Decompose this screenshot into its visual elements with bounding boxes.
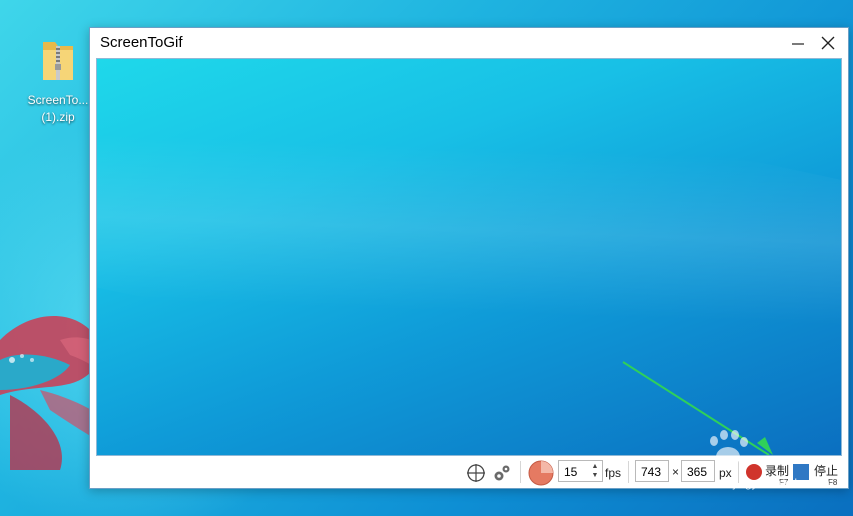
desktop-icon-label-line1: ScreenTo... <box>27 93 89 107</box>
settings-button[interactable] <box>491 462 513 484</box>
fps-spinner[interactable]: ▲ ▼ <box>590 462 600 480</box>
times-symbol: × <box>672 465 680 479</box>
fps-label: fps <box>605 466 622 480</box>
minimize-icon <box>792 43 804 45</box>
width-value: 743 <box>641 465 662 479</box>
desktop: ScreenTo... (1).zip ScreenToGif 15 ▲ ▼ f… <box>0 0 853 516</box>
width-input[interactable]: 743 <box>635 460 669 482</box>
toolbar-separator <box>520 461 521 483</box>
close-button[interactable] <box>816 31 840 55</box>
frame-rate-button[interactable] <box>528 460 554 486</box>
watermark-text: jingyan.baidu.com <box>733 476 830 490</box>
window-title: ScreenToGif <box>100 34 183 51</box>
zip-folder-icon <box>41 38 75 82</box>
desktop-icon-label-line2: (1).zip <box>41 110 75 124</box>
screentogif-window: ScreenToGif 15 ▲ ▼ fps 743 × 365 px 录制 F… <box>89 27 849 489</box>
crosshair-icon <box>467 464 485 482</box>
toolbar-separator <box>628 461 629 483</box>
spin-down-icon: ▼ <box>591 472 599 479</box>
close-icon <box>821 36 835 50</box>
snap-to-window-button[interactable] <box>465 462 487 484</box>
fps-value: 15 <box>564 465 578 479</box>
fps-input[interactable]: 15 ▲ ▼ <box>558 460 603 482</box>
pie-timer-icon <box>528 460 554 486</box>
title-bar[interactable]: ScreenToGif <box>90 28 848 58</box>
gears-icon <box>494 465 510 481</box>
desktop-icon-label: ScreenTo... (1).zip <box>22 92 94 126</box>
desktop-icon-zip-file[interactable]: ScreenTo... (1).zip <box>22 38 94 126</box>
recording-capture-area[interactable] <box>96 58 842 456</box>
green-arrow-annotation <box>622 361 773 455</box>
minimize-button[interactable] <box>786 31 810 55</box>
spin-up-icon: ▲ <box>591 463 599 470</box>
baidu-paw-watermark <box>710 430 748 467</box>
